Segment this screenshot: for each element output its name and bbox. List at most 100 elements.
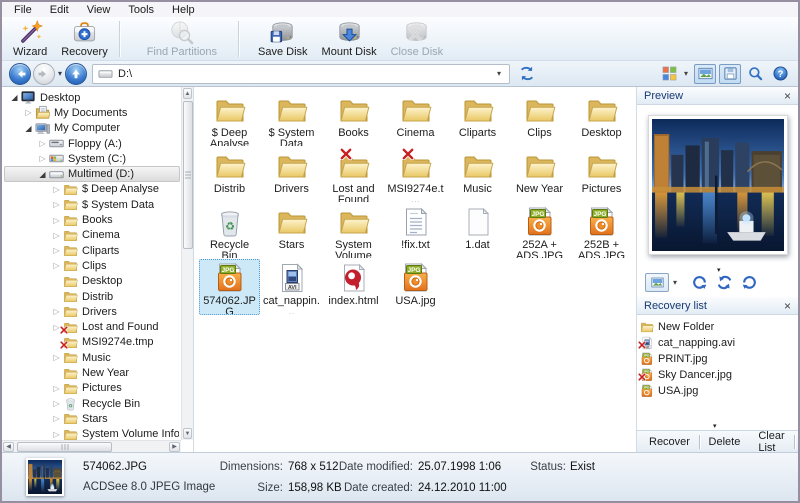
scroll-right-icon[interactable]: ▶ [169, 442, 180, 452]
tree-item-multimed-d[interactable]: ◢Multimed (D:) [4, 166, 180, 181]
file-574062-jpg[interactable]: JPG574062.JPG [199, 259, 260, 315]
file-cat-nappin[interactable]: AVIcat_nappin... [261, 259, 322, 315]
tree-item-system-data[interactable]: ▷$ System Data [4, 197, 180, 212]
clear-list-button[interactable]: Clear List [749, 430, 794, 454]
file-books[interactable]: Books [323, 91, 384, 147]
tree-horizontal-scrollbar[interactable]: ◀ ▶ [2, 440, 181, 452]
tree-item-stars[interactable]: ▷Stars [4, 411, 180, 426]
tree-item-new-year[interactable]: New Year [4, 365, 180, 380]
preview-mode-dropdown-icon[interactable]: ▾ [673, 278, 677, 287]
menu-edit[interactable]: Edit [41, 3, 78, 17]
recovery-item-sky-dancer-jpg[interactable]: JPGSky Dancer.jpg [640, 367, 796, 383]
expander-collapsed-icon[interactable]: ▷ [51, 246, 62, 255]
file-desktop[interactable]: Desktop [571, 91, 632, 147]
file-252a-ads-jpg[interactable]: JPG252A + ADS.JPG [509, 203, 570, 259]
recovery-item-print-jpg[interactable]: JPGPRINT.jpg [640, 351, 796, 367]
expander-collapsed-icon[interactable]: ▷ [51, 200, 62, 209]
scroll-up-icon[interactable]: ▲ [183, 88, 192, 99]
file-msi9274e-t[interactable]: MSI9274e.t... [385, 147, 446, 203]
file-system-data[interactable]: $ System Data [261, 91, 322, 147]
file-1-dat[interactable]: 1.dat [447, 203, 508, 259]
file-recycle-bin[interactable]: ♻Recycle Bin [199, 203, 260, 259]
expander-collapsed-icon[interactable]: ▷ [37, 139, 48, 148]
save-disk-button[interactable]: Save Disk [251, 18, 315, 59]
recovery-item-cat-napping-avi[interactable]: AVIcat_napping.avi [640, 335, 796, 351]
file-pictures[interactable]: Pictures [571, 147, 632, 203]
recovery-item-usa-jpg[interactable]: JPGUSA.jpg [640, 383, 796, 399]
rotate-left-button[interactable] [691, 274, 708, 291]
file-lost-and-found[interactable]: Lost and Found [323, 147, 384, 203]
tree-item-desktop[interactable]: Desktop [4, 274, 180, 289]
tree-item-desktop[interactable]: ◢Desktop [4, 90, 180, 105]
file-distrib[interactable]: Distrib [199, 147, 260, 203]
recovery-button[interactable]: Recovery [54, 18, 114, 59]
tree-item-recycle-bin[interactable]: ▷♻Recycle Bin [4, 396, 180, 411]
tree-item-distrib[interactable]: Distrib [4, 289, 180, 304]
toggle-recovery-list-button[interactable] [719, 64, 741, 84]
view-mode-button[interactable] [659, 64, 681, 84]
menu-file[interactable]: File [5, 3, 41, 17]
back-button[interactable] [9, 63, 31, 85]
menu-help[interactable]: Help [163, 3, 204, 17]
tree-vertical-scrollbar[interactable]: ▲ ▼ [181, 87, 193, 440]
rotate-180-button[interactable] [716, 274, 733, 291]
expander-collapsed-icon[interactable]: ▷ [51, 307, 62, 316]
file-usa-jpg[interactable]: JPGUSA.jpg [385, 259, 446, 315]
file-music[interactable]: Music [447, 147, 508, 203]
scroll-down-icon[interactable]: ▼ [183, 428, 192, 439]
menu-view[interactable]: View [78, 3, 120, 17]
scroll-left-icon[interactable]: ◀ [3, 442, 14, 452]
tree-item-floppy-a[interactable]: ▷Floppy (A:) [4, 136, 180, 151]
preview-mode-button[interactable] [645, 273, 669, 292]
tree-item-drivers[interactable]: ▷Drivers [4, 304, 180, 319]
expander-collapsed-icon[interactable]: ▷ [51, 430, 62, 439]
file-clips[interactable]: Clips [509, 91, 570, 147]
tree-item-my-computer[interactable]: ◢My Computer [4, 121, 180, 136]
tree-item-msi9274e-tmp[interactable]: MSI9274e.tmp [4, 335, 180, 350]
expander-expanded-icon[interactable]: ◢ [23, 124, 34, 133]
search-button[interactable] [744, 64, 766, 84]
tree-item-my-documents[interactable]: ▷My Documents [4, 105, 180, 120]
expander-collapsed-icon[interactable]: ▷ [51, 414, 62, 423]
history-dropdown-icon[interactable]: ▾ [58, 69, 62, 78]
wizard-button[interactable]: Wizard [6, 18, 54, 59]
splitter-caret-icon[interactable]: ▾ [713, 423, 717, 430]
tree-item-cliparts[interactable]: ▷Cliparts [4, 243, 180, 258]
expander-collapsed-icon[interactable]: ▷ [51, 323, 62, 332]
tree-item-deep-analyse[interactable]: ▷$ Deep Analyse [4, 182, 180, 197]
expander-collapsed-icon[interactable]: ▷ [51, 399, 62, 408]
close-icon[interactable]: × [784, 301, 791, 311]
up-button[interactable] [65, 63, 87, 85]
expander-collapsed-icon[interactable]: ▷ [51, 185, 62, 194]
expander-collapsed-icon[interactable]: ▷ [51, 353, 62, 362]
tree-item-lost-and-found[interactable]: ▷Lost and Found [4, 319, 180, 334]
expander-collapsed-icon[interactable]: ▷ [51, 261, 62, 270]
file-system-volume-in[interactable]: System Volume In... [323, 203, 384, 259]
tree-item-pictures[interactable]: ▷Pictures [4, 381, 180, 396]
tree-item-books[interactable]: ▷Books [4, 212, 180, 227]
toggle-preview-button[interactable] [694, 64, 716, 84]
expander-collapsed-icon[interactable]: ▷ [37, 154, 48, 163]
tree-item-clips[interactable]: ▷Clips [4, 258, 180, 273]
file-deep-analyse[interactable]: $ Deep Analyse [199, 91, 260, 147]
file-drivers[interactable]: Drivers [261, 147, 322, 203]
menu-tools[interactable]: Tools [119, 3, 163, 17]
rotate-right-button[interactable] [741, 274, 758, 291]
file-cinema[interactable]: Cinema [385, 91, 446, 147]
refresh-button[interactable] [517, 65, 537, 82]
mount-disk-button[interactable]: Mount Disk [315, 18, 384, 59]
file-fix-txt[interactable]: !fix.txt [385, 203, 446, 259]
expander-collapsed-icon[interactable]: ▷ [51, 384, 62, 393]
delete-button[interactable]: Delete [700, 436, 750, 448]
splitter-caret-icon[interactable]: ▾ [717, 267, 721, 274]
scrollbar-thumb[interactable] [183, 101, 193, 249]
address-input[interactable]: D:\ ▾ [92, 64, 510, 84]
address-dropdown-icon[interactable]: ▾ [497, 69, 501, 78]
view-mode-dropdown-icon[interactable]: ▾ [684, 69, 688, 78]
scrollbar-thumb[interactable] [17, 442, 112, 452]
recovery-item-new-folder[interactable]: New Folder [640, 319, 796, 335]
expander-collapsed-icon[interactable]: ▷ [51, 216, 62, 225]
file-cliparts[interactable]: Cliparts [447, 91, 508, 147]
close-icon[interactable]: × [784, 91, 791, 101]
forward-button[interactable] [33, 63, 55, 85]
